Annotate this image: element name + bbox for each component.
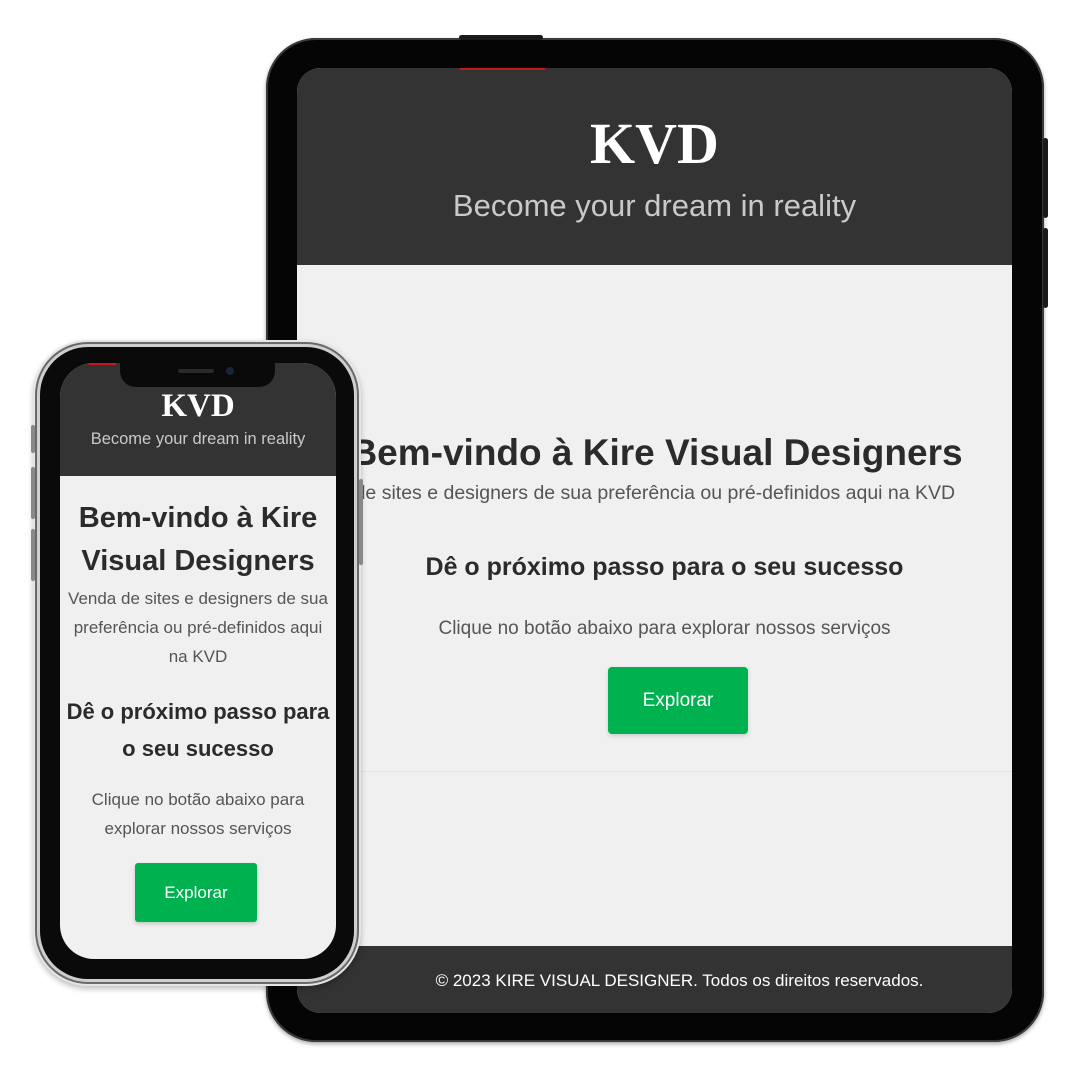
front-camera (226, 367, 234, 375)
phone-volume-up-button (31, 467, 35, 519)
site-header: KVD Become your dream in reality (297, 68, 1012, 265)
tablet-volume-up-button (1043, 138, 1048, 218)
mobile-site-tagline: Become your dream in reality (90, 430, 306, 448)
speaker-grille (178, 369, 214, 373)
phone-screen: KVD Become your dream in reality Bem-vin… (60, 363, 336, 959)
cta-text: Clique no botão abaixo para explorar nos… (438, 618, 891, 639)
phone-device-frame: KVD Become your dream in reality Bem-vin… (31, 347, 363, 979)
mobile-hero-description: Venda de sites e designers de sua prefer… (68, 589, 328, 666)
mobile-hero-subheading: Dê o próximo passo para o seu sucesso (66, 699, 330, 761)
site-logo[interactable]: KVD (297, 112, 1012, 176)
mobile-explore-button[interactable]: Explorar (135, 863, 257, 922)
copyright-text: © 2023 KIRE VISUAL DESIGNER. Todos os di… (435, 971, 924, 990)
phone-notch (120, 363, 275, 387)
phone-power-button (359, 479, 363, 565)
tablet-device-frame: KVD Become your dream in reality Bem-vin… (266, 35, 1048, 1042)
phone-volume-down-button (31, 529, 35, 581)
site-tagline: Become your dream in reality (452, 188, 857, 223)
hero-heading: Bem-vindo à Kire Visual Designers (350, 432, 963, 473)
mobile-site-logo[interactable]: KVD (60, 388, 336, 424)
explore-button[interactable]: Explorar (608, 667, 748, 734)
header-accent-line (460, 68, 545, 70)
tablet-screen: KVD Become your dream in reality Bem-vin… (297, 68, 1012, 1013)
phone-mute-switch (31, 425, 35, 453)
mobile-header-accent-line (88, 363, 116, 365)
hero-subheading: Dê o próximo passo para o seu sucesso (425, 553, 904, 581)
mobile-cta-text: Clique no botão abaixo para explorar nos… (91, 790, 305, 838)
site-footer: © 2023 KIRE VISUAL DESIGNER. Todos os di… (297, 946, 1012, 1013)
hero-description: Venda de sites e designers de sua prefer… (297, 482, 956, 504)
tablet-volume-down-button (1043, 228, 1048, 308)
hero-section: Bem-vindo à Kire Visual Designers Venda … (297, 265, 1012, 772)
mobile-hero-heading: Bem-vindo à Kire Visual Designers (78, 502, 318, 577)
tablet-power-button (459, 35, 543, 40)
